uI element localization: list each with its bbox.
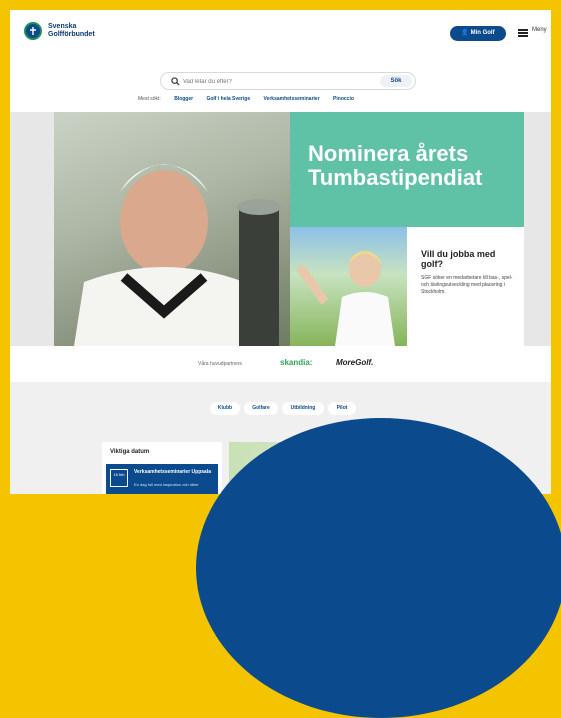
tab-klubb[interactable]: Klubb [210,402,240,415]
audience-tabs: Klubb Golfare Utbildning Pilot [210,402,360,416]
search-icon [171,77,180,86]
promo-photo[interactable] [290,227,407,346]
quick-link-seminarier[interactable]: Verksamhetsseminarier [264,96,320,102]
partners-strip: Våra huvudpartners skandia: MoreGolf. [10,346,551,382]
logo-emblem-icon[interactable] [24,22,42,40]
page: Svenska Golfförbundet 👤 Min Golf Meny Sö… [10,10,551,494]
event-date: 16 feb [110,469,128,487]
important-dates-card: Viktiga datum 16 feb Verksamhetsseminari… [102,442,222,494]
job-promo[interactable]: Vill du jobba med golf? SGF söker en med… [407,227,524,346]
promo-title: Vill du jobba med golf? [421,249,496,269]
search-input[interactable] [183,76,333,87]
nominate-headline: Nominera årets Tumbastipendiat [308,141,483,190]
hamburger-icon[interactable] [518,29,528,37]
partner-moregolf-logo[interactable]: MoreGolf. [336,358,373,367]
tab-golfare[interactable]: Golfare [244,402,278,415]
event-subtitle: En dag full med inspiration och idéer [134,482,199,487]
quick-links-label: Mest sökt: [138,96,161,102]
nominate-banner[interactable]: Nominera årets Tumbastipendiat [290,112,524,227]
quick-link-pinoccio[interactable]: Pinoccio [333,96,354,102]
dates-title: Viktiga datum [110,449,150,455]
tab-pilot[interactable]: Pilot [328,402,356,415]
quick-link-blogger[interactable]: Blogger [174,96,193,102]
partners-label: Våra huvudpartners [198,361,242,367]
event-item[interactable]: 16 feb Verksamhetsseminarier Uppsala En … [106,464,218,494]
site-header: Svenska Golfförbundet 👤 Min Golf Meny [10,10,551,62]
quick-link-golf-sverige[interactable]: Golf i hela Sverige [206,96,250,102]
partner-skandia-logo[interactable]: skandia: [280,358,312,367]
logo-text[interactable]: Svenska Golfförbundet [48,23,118,39]
search-bar: Sök [160,72,416,90]
quick-links: Mest sökt: Blogger Golf i hela Sverige V… [138,96,438,106]
decorative-blue-circle [196,418,561,718]
user-icon: 👤 [461,30,469,36]
my-golf-label: Min Golf [470,30,495,36]
my-golf-button[interactable]: 👤 Min Golf [450,26,506,41]
tab-utbildning[interactable]: Utbildning [282,402,324,415]
hero-section: Nominera årets Tumbastipendiat Vill du j… [10,112,551,346]
hero-photo-golfer[interactable] [54,112,290,346]
search-button[interactable]: Sök [380,75,412,87]
promo-text: SGF söker en medarbetare till bas-, spel… [421,275,513,295]
event-title: Verksamhetsseminarier Uppsala [134,469,211,475]
menu-label[interactable]: Meny [532,27,547,33]
